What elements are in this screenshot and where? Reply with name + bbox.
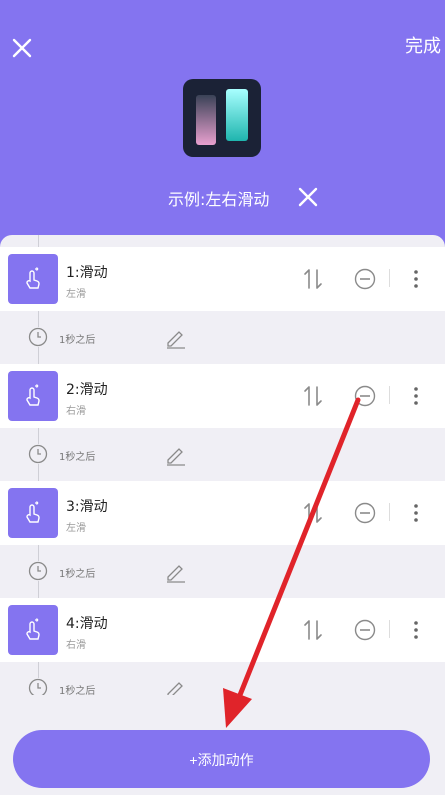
- action-title: 3:滑动: [66, 499, 108, 515]
- action-title: 1:滑动: [66, 265, 108, 281]
- app-icon-bar-left: [196, 95, 216, 145]
- action-subtitle: 左滑: [66, 289, 86, 300]
- clock-icon: [28, 561, 48, 581]
- delay-row-1: 1秒之后: [0, 323, 445, 353]
- swipe-gesture-icon: [8, 488, 58, 538]
- clock-icon: [28, 444, 48, 464]
- edit-pencil-icon[interactable]: [165, 327, 187, 349]
- remove-circle-icon[interactable]: [354, 502, 376, 524]
- action-title: 4:滑动: [66, 616, 108, 632]
- reorder-icon[interactable]: [302, 502, 324, 524]
- swipe-gesture-icon: [8, 254, 58, 304]
- action-card-3[interactable]: 3:滑动 左滑: [0, 481, 445, 545]
- app-icon-bar-right: [226, 89, 248, 141]
- script-title-row: 示例:左右滑动: [0, 182, 445, 212]
- reorder-icon[interactable]: [302, 268, 324, 290]
- delay-row-4: 1秒之后: [0, 674, 445, 695]
- script-title[interactable]: 示例:左右滑动: [168, 186, 269, 210]
- done-button[interactable]: 完成: [405, 34, 441, 60]
- reorder-icon[interactable]: [302, 619, 324, 641]
- clock-icon: [28, 327, 48, 347]
- edit-pencil-icon[interactable]: [165, 678, 187, 695]
- header: 完成 示例:左右滑动: [0, 0, 445, 250]
- remove-circle-icon[interactable]: [354, 268, 376, 290]
- more-vertical-icon[interactable]: [408, 267, 424, 291]
- edit-pencil-icon[interactable]: [165, 561, 187, 583]
- close-icon[interactable]: [8, 34, 36, 62]
- more-vertical-icon[interactable]: [408, 618, 424, 642]
- delay-text: 1秒之后: [59, 686, 96, 695]
- reorder-icon[interactable]: [302, 385, 324, 407]
- more-vertical-icon[interactable]: [408, 501, 424, 525]
- action-subtitle: 右滑: [66, 406, 86, 417]
- delay-text: 1秒之后: [59, 452, 96, 463]
- divider: [389, 269, 390, 287]
- swipe-gesture-icon: [8, 605, 58, 655]
- swipe-gesture-icon: [8, 371, 58, 421]
- divider: [389, 620, 390, 638]
- action-title: 2:滑动: [66, 382, 108, 398]
- action-card-1[interactable]: 1:滑动 左滑: [0, 247, 445, 311]
- action-card-2[interactable]: 2:滑动 右滑: [0, 364, 445, 428]
- action-list[interactable]: 1:滑动 左滑 1秒之后 2:滑动 右滑 1秒之后 3:滑动 左滑 1秒之后 4…: [0, 235, 445, 695]
- clock-icon: [28, 678, 48, 695]
- remove-circle-icon[interactable]: [354, 385, 376, 407]
- action-card-4[interactable]: 4:滑动 右滑: [0, 598, 445, 662]
- delay-row-3: 1秒之后: [0, 557, 445, 587]
- action-subtitle: 右滑: [66, 640, 86, 651]
- divider: [389, 503, 390, 521]
- script-app-icon: [183, 79, 261, 157]
- delay-row-2: 1秒之后: [0, 440, 445, 470]
- delay-text: 1秒之后: [59, 569, 96, 580]
- edit-pencil-icon[interactable]: [165, 444, 187, 466]
- delay-text: 1秒之后: [59, 335, 96, 346]
- remove-circle-icon[interactable]: [354, 619, 376, 641]
- clear-title-icon[interactable]: [296, 185, 320, 209]
- divider: [389, 386, 390, 404]
- action-subtitle: 左滑: [66, 523, 86, 534]
- more-vertical-icon[interactable]: [408, 384, 424, 408]
- add-action-button[interactable]: +添加动作: [13, 730, 430, 788]
